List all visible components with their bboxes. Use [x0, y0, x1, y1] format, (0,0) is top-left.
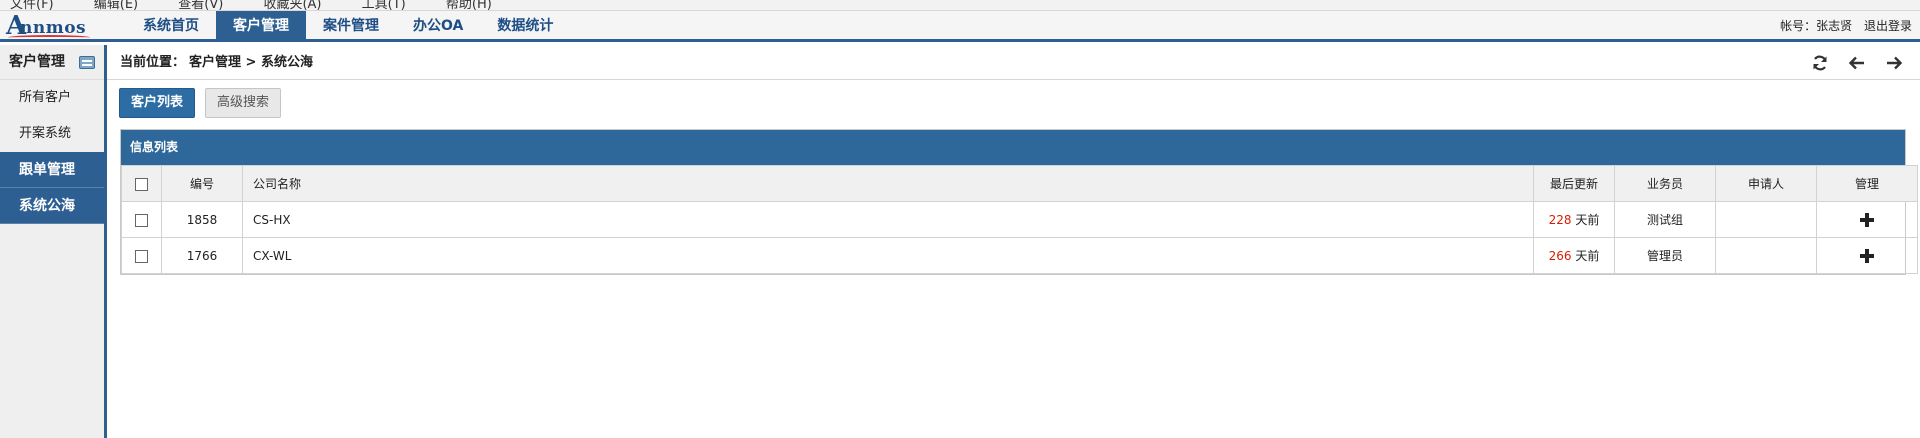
logo[interactable]: A nnmos — [6, 11, 96, 41]
menu-edit[interactable]: 编辑(E) — [94, 0, 138, 10]
header-applicant: 申请人 — [1715, 165, 1817, 202]
plus-icon[interactable] — [1860, 248, 1874, 263]
customer-list-button[interactable]: 客户列表 — [119, 88, 196, 118]
header-id: 编号 — [161, 165, 243, 202]
table-row[interactable]: 1858 CS-HX 228 天前 测试组 — [121, 201, 1918, 238]
main-nav: 系统首页 客户管理 案件管理 办公OA 数据统计 — [126, 11, 570, 42]
days-count: 228 — [1548, 213, 1572, 227]
row-id: 1766 — [161, 237, 243, 274]
menu-tools[interactable]: 工具(T) — [362, 0, 406, 10]
menu-file[interactable]: 文件(F) — [10, 0, 54, 10]
select-all-cell — [121, 165, 162, 202]
row-company[interactable]: CS-HX — [242, 201, 1534, 238]
row-select-cell — [121, 201, 162, 238]
breadcrumb-prefix: 当前位置： — [120, 55, 186, 70]
menu-favorites[interactable]: 收藏夹(A) — [263, 0, 321, 10]
top-navbar: A nnmos 系统首页 客户管理 案件管理 办公OA 数据统计 帐号：张志贤 … — [0, 11, 1920, 42]
table-row[interactable]: 1766 CX-WL 266 天前 管理员 — [121, 237, 1918, 274]
sidebar-group-follow-up[interactable]: 跟单管理 — [0, 152, 104, 188]
row-applicant — [1715, 201, 1817, 238]
header-company: 公司名称 — [242, 165, 1534, 202]
arrow-right-icon[interactable] — [1885, 54, 1903, 72]
sidebar-item-case-system[interactable]: 开案系统 — [0, 116, 104, 152]
days-unit: 天前 — [1571, 249, 1600, 263]
breadcrumb-path: 客户管理 > 系统公海 — [189, 55, 313, 70]
row-last-update: 266 天前 — [1533, 237, 1615, 274]
refresh-icon[interactable] — [1811, 54, 1829, 72]
breadcrumb-bar: 当前位置： 客户管理 > 系统公海 — [107, 45, 1920, 80]
customer-table: 编号 公司名称 最后更新 业务员 申请人 管理 1858 CS-HX 228 天… — [121, 165, 1918, 274]
row-applicant — [1715, 237, 1817, 274]
row-last-update: 228 天前 — [1533, 201, 1615, 238]
browser-menubar: 文件(F) 编辑(E) 查看(V) 收藏夹(A) 工具(T) 帮助(H) — [0, 0, 1920, 11]
row-manage — [1816, 237, 1918, 274]
header-agent: 业务员 — [1614, 165, 1716, 202]
nav-customer-management[interactable]: 客户管理 — [216, 11, 306, 42]
main-content: 当前位置： 客户管理 > 系统公海 客户列表 高级搜索 信息列表 编号 公司名称… — [107, 45, 1920, 438]
logo-swoosh-icon — [8, 35, 90, 40]
row-manage — [1816, 201, 1918, 238]
sidebar: 客户管理 所有客户 开案系统 跟单管理 系统公海 — [0, 45, 107, 438]
nav-home[interactable]: 系统首页 — [126, 11, 216, 42]
row-checkbox[interactable] — [135, 249, 148, 263]
nav-case-management[interactable]: 案件管理 — [306, 11, 396, 42]
days-unit: 天前 — [1571, 213, 1600, 227]
action-buttons: 客户列表 高级搜索 — [119, 88, 291, 118]
breadcrumb: 当前位置： 客户管理 > 系统公海 — [120, 45, 317, 80]
header-manage: 管理 — [1816, 165, 1918, 202]
sidebar-header: 客户管理 — [0, 45, 104, 80]
account-label: 帐号：张志贤 — [1780, 19, 1853, 33]
nav-statistics[interactable]: 数据统计 — [480, 11, 570, 42]
row-agent: 管理员 — [1614, 237, 1716, 274]
select-all-checkbox[interactable] — [135, 177, 148, 191]
row-select-cell — [121, 237, 162, 274]
advanced-search-button[interactable]: 高级搜索 — [205, 88, 282, 118]
days-count: 266 — [1548, 249, 1572, 263]
menu-view[interactable]: 查看(V) — [178, 0, 223, 10]
header-last-update: 最后更新 — [1533, 165, 1615, 202]
row-id: 1858 — [161, 201, 243, 238]
arrow-left-icon[interactable] — [1848, 54, 1866, 72]
row-company[interactable]: CX-WL — [242, 237, 1534, 274]
sidebar-group-public-pool[interactable]: 系统公海 — [0, 188, 104, 224]
panel-title: 信息列表 — [121, 130, 1905, 165]
sidebar-item-all-customers[interactable]: 所有客户 — [0, 80, 104, 116]
table-header-row: 编号 公司名称 最后更新 业务员 申请人 管理 — [121, 165, 1918, 202]
user-box: 帐号：张志贤 退出登录 — [1772, 11, 1912, 42]
logout-link[interactable]: 退出登录 — [1864, 19, 1912, 33]
menu-help[interactable]: 帮助(H) — [446, 0, 492, 10]
info-list-panel: 信息列表 编号 公司名称 最后更新 业务员 申请人 管理 1858 CS-HX … — [120, 129, 1918, 275]
row-agent: 测试组 — [1614, 201, 1716, 238]
sidebar-title: 客户管理 — [9, 54, 65, 70]
toolbar — [1792, 54, 1903, 72]
nav-office-oa[interactable]: 办公OA — [396, 11, 480, 42]
row-checkbox[interactable] — [135, 213, 148, 227]
plus-icon[interactable] — [1860, 212, 1874, 227]
sidebar-toggle-icon[interactable] — [79, 56, 95, 69]
